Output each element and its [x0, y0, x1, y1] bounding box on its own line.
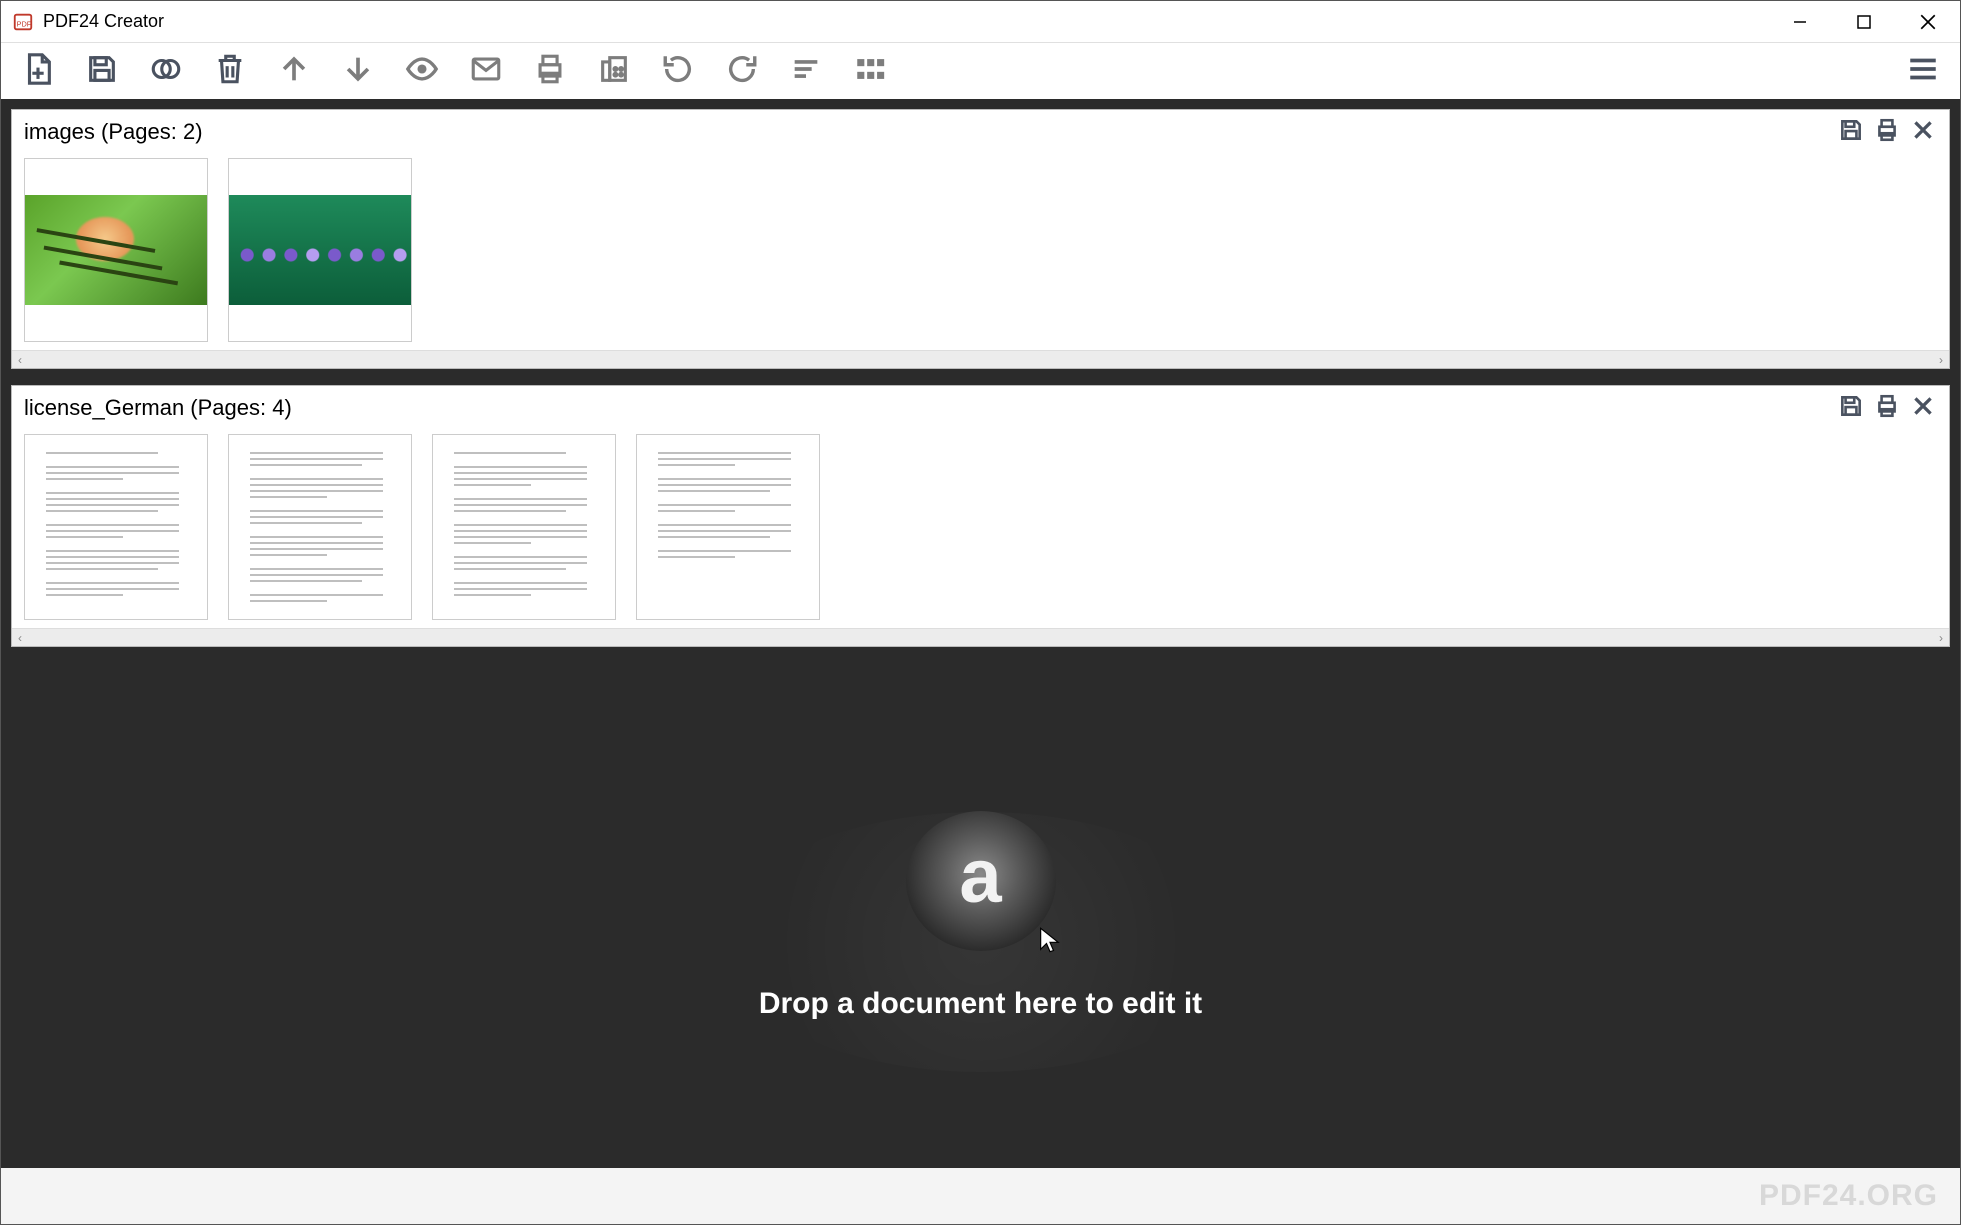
grid-button[interactable]: [851, 52, 889, 90]
move-up-icon: [277, 52, 311, 91]
page-thumbnail[interactable]: [228, 158, 412, 342]
save-button[interactable]: [83, 52, 121, 90]
rotate-right-icon: [725, 52, 759, 91]
fax-icon: [597, 52, 631, 91]
grid-icon: [853, 52, 887, 91]
window-controls: [1768, 1, 1960, 43]
document-panel[interactable]: license_German (Pages: 4): [11, 385, 1950, 647]
document-actions: [1835, 116, 1939, 148]
delete-button[interactable]: [211, 52, 249, 90]
window-title: PDF24 Creator: [43, 11, 164, 32]
document-panel[interactable]: images (Pages: 2) ‹: [11, 109, 1950, 369]
new-file-button[interactable]: [19, 52, 57, 90]
document-title: license_German (Pages: 4): [24, 395, 292, 421]
delete-icon: [213, 52, 247, 91]
menu-button[interactable]: [1904, 52, 1942, 90]
close-icon: [1910, 117, 1936, 148]
fax-button[interactable]: [595, 52, 633, 90]
main-toolbar: [1, 43, 1960, 99]
page-thumbnail[interactable]: [432, 434, 616, 620]
titlebar: PDF PDF24 Creator: [1, 1, 1960, 43]
page-thumbnail[interactable]: [24, 434, 208, 620]
scroll-right-icon[interactable]: ›: [1939, 631, 1943, 645]
thumbnail-row: [12, 150, 1949, 350]
print-button[interactable]: [531, 52, 569, 90]
merge-icon: [149, 52, 183, 91]
print-icon: [1874, 117, 1900, 148]
sort-button[interactable]: [787, 52, 825, 90]
preview-icon: [405, 52, 439, 91]
cursor-icon: [1036, 926, 1064, 959]
save-icon: [85, 52, 119, 91]
horizontal-scrollbar[interactable]: ‹ ›: [12, 350, 1949, 368]
doc-glyph-icon: a: [959, 833, 1001, 920]
rotate-left-icon: [661, 52, 695, 91]
new-file-icon: [21, 52, 55, 91]
scroll-right-icon[interactable]: ›: [1939, 353, 1943, 367]
close-button[interactable]: [1896, 1, 1960, 43]
preview-button[interactable]: [403, 52, 441, 90]
document-header: license_German (Pages: 4): [12, 386, 1949, 426]
doc-save-button[interactable]: [1835, 392, 1867, 424]
save-icon: [1838, 393, 1864, 424]
svg-text:PDF: PDF: [17, 19, 32, 28]
brand-link[interactable]: PDF24.ORG: [1759, 1179, 1938, 1213]
thumbnail-row: [12, 426, 1949, 628]
print-icon: [533, 52, 567, 91]
doc-close-button[interactable]: [1907, 116, 1939, 148]
drop-text: Drop a document here to edit it: [759, 987, 1202, 1021]
doc-print-button[interactable]: [1871, 392, 1903, 424]
hamburger-icon: [1906, 52, 1940, 91]
close-icon: [1910, 393, 1936, 424]
app-logo-icon: PDF: [11, 10, 35, 34]
doc-save-button[interactable]: [1835, 116, 1867, 148]
merge-button[interactable]: [147, 52, 185, 90]
sort-icon: [789, 52, 823, 91]
move-down-icon: [341, 52, 375, 91]
move-up-button[interactable]: [275, 52, 313, 90]
page-thumbnail[interactable]: [636, 434, 820, 620]
minimize-button[interactable]: [1768, 1, 1832, 43]
maximize-button[interactable]: [1832, 1, 1896, 43]
document-title: images (Pages: 2): [24, 119, 203, 145]
email-icon: [469, 52, 503, 91]
save-icon: [1838, 117, 1864, 148]
drop-zone[interactable]: a Drop a document here to edit it: [11, 663, 1950, 1168]
rotate-left-button[interactable]: [659, 52, 697, 90]
rotate-right-button[interactable]: [723, 52, 761, 90]
scroll-left-icon[interactable]: ‹: [18, 631, 22, 645]
scroll-left-icon[interactable]: ‹: [18, 353, 22, 367]
doc-close-button[interactable]: [1907, 392, 1939, 424]
drop-orb-icon: a: [906, 811, 1056, 951]
page-thumbnail[interactable]: [24, 158, 208, 342]
page-thumbnail[interactable]: [228, 434, 412, 620]
document-header: images (Pages: 2): [12, 110, 1949, 150]
document-actions: [1835, 392, 1939, 424]
doc-print-button[interactable]: [1871, 116, 1903, 148]
workspace: images (Pages: 2) ‹: [1, 99, 1960, 1168]
email-button[interactable]: [467, 52, 505, 90]
move-down-button[interactable]: [339, 52, 377, 90]
app-window: PDF PDF24 Creator: [0, 0, 1961, 1225]
horizontal-scrollbar[interactable]: ‹ ›: [12, 628, 1949, 646]
status-bar: PDF24.ORG: [1, 1168, 1960, 1224]
print-icon: [1874, 393, 1900, 424]
